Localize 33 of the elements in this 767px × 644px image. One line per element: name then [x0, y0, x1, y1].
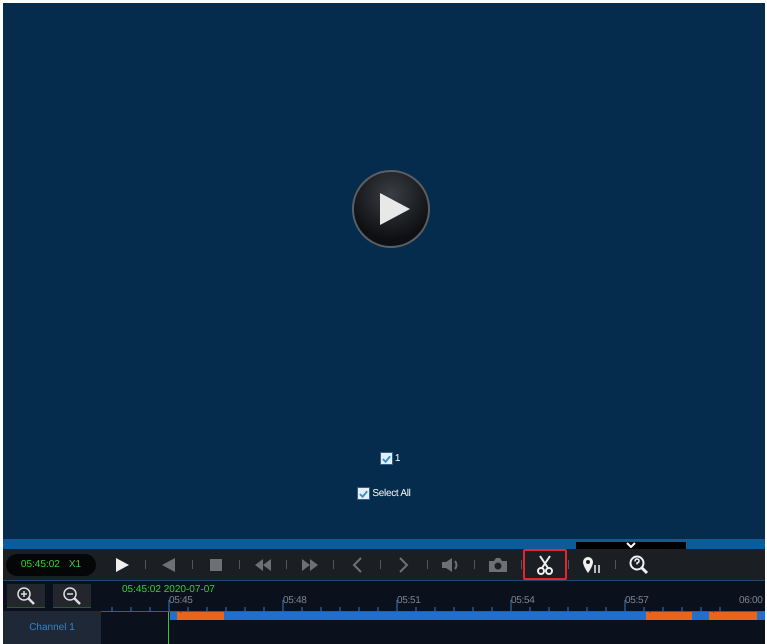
checkbox-label: 1 — [394, 453, 400, 464]
chevron-left-icon — [352, 556, 362, 572]
location-pin-icon — [582, 556, 602, 574]
play-icon — [114, 556, 130, 572]
reverse-play-icon — [161, 556, 177, 572]
tick-label: 05:54 — [511, 595, 535, 606]
zoom-in-button[interactable] — [7, 584, 45, 608]
checkbox-label: Select All — [372, 488, 411, 499]
speed-text: X1 — [68, 559, 82, 570]
zoom-out-icon — [62, 586, 82, 606]
current-time: 05:45:02 2020-07-07 — [121, 583, 216, 595]
camera-icon — [488, 556, 508, 572]
checkbox[interactable] — [380, 452, 393, 465]
clip-button[interactable] — [523, 549, 567, 580]
tick-label: 05:57 — [625, 595, 649, 606]
search-icon — [629, 554, 649, 574]
checkbox[interactable] — [357, 487, 370, 500]
tick-label: 06:00 — [739, 595, 763, 606]
play-icon — [378, 191, 412, 227]
chevron-right-icon — [399, 556, 409, 572]
stop-icon — [209, 558, 223, 572]
tick-label: 05:51 — [397, 595, 421, 606]
scissors-icon — [536, 554, 554, 574]
zoom-out-button[interactable] — [53, 584, 91, 608]
time-text: 05:45:02 — [20, 559, 60, 570]
tick-label: 05:45 — [169, 595, 193, 606]
collapse-handle[interactable] — [576, 542, 686, 549]
chevron-down-icon — [626, 542, 636, 548]
channel-label[interactable]: Channel 1 — [3, 611, 101, 644]
zoom-in-icon — [16, 586, 36, 606]
rewind-icon — [254, 558, 272, 572]
tick-label: 05:48 — [283, 595, 307, 606]
fast-forward-icon — [301, 558, 319, 572]
